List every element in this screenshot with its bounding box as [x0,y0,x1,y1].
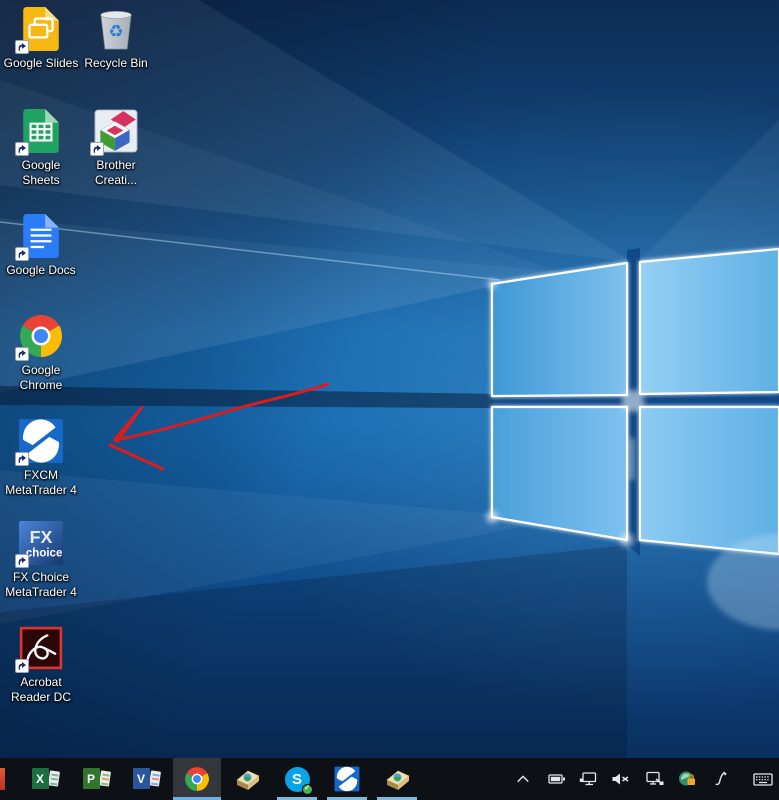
visio-icon: V [132,767,161,791]
desktop-icon-fxchoice-metatrader4[interactable]: FX choice FX Choice MetaTrader 4 [3,520,79,600]
icon-label: FX Choice MetaTrader 4 [5,570,77,599]
desktop-icon-google-chrome[interactable]: Google Chrome [3,313,79,393]
desktop-icon-fxcm-metatrader4[interactable]: FXCM MetaTrader 4 [3,418,79,498]
desktop-icon-google-sheets[interactable]: Google Sheets [3,108,79,188]
shortcut-arrow-icon [15,659,29,673]
shortcut-arrow-icon [15,142,29,156]
tray-chevron-up-icon[interactable] [510,758,536,800]
shortcut-arrow-icon [15,452,29,466]
taskbar-excel-button[interactable]: X [21,758,69,800]
icon-label: Recycle Bin [84,56,148,70]
icon-label: Google Docs [6,263,76,277]
icon-label: Google Slides [3,56,79,70]
fxcm-metatrader4-icon [334,766,360,792]
chrome-icon [185,767,209,791]
partial-app-icon[interactable] [0,768,5,790]
tray-windows-ink-pen-icon[interactable] [707,758,733,800]
recycle-symbol: ♻ [108,22,123,41]
taskbar: X P V S ✓ [0,758,779,800]
taskbar-fxcm-metatrader4-button[interactable] [323,758,371,800]
icon-label: FXCM MetaTrader 4 [5,468,77,497]
metatrader4-gold-icon [235,770,260,790]
tray-volume-muted-icon[interactable] [607,758,633,800]
excel-icon: X [31,767,60,791]
skype-icon: S ✓ [284,766,313,795]
fx-text: FX [30,527,53,547]
taskbar-metatrader4-gold-button[interactable] [223,758,271,800]
project-icon: P [82,767,111,791]
tray-network-ethernet-icon[interactable] [575,758,601,800]
recycle-bin-icon: ♻ [100,11,132,50]
taskbar-visio-button[interactable]: V [122,758,170,800]
taskbar-skype-button[interactable]: S ✓ [273,758,321,800]
shortcut-arrow-icon [15,247,29,261]
desktop-icon-acrobat-reader-dc[interactable]: Acrobat Reader DC [3,625,79,705]
metatrader4-gold-icon [385,770,410,790]
tray-battery-icon[interactable] [544,758,570,800]
icon-label: Google Sheets [21,158,61,187]
desktop-icon-recycle-bin[interactable]: ♻ Recycle Bin [78,6,154,71]
tray-safely-remove-hardware-icon[interactable] [642,758,668,800]
tray-touch-keyboard-icon[interactable] [750,758,776,800]
taskbar-metatrader4-gold-2-button[interactable] [373,758,421,800]
desktop-icon-google-slides[interactable]: Google Slides [3,6,79,71]
taskbar-chrome-button[interactable] [173,758,221,800]
desktop-icon-google-docs[interactable]: Google Docs [3,213,79,278]
shortcut-arrow-icon [15,40,29,54]
choice-text: choice [26,548,62,560]
icon-label: Brother Creati... [94,158,137,187]
taskbar-project-button[interactable]: P [72,758,120,800]
shortcut-arrow-icon [90,142,104,156]
shortcut-arrow-icon [15,347,29,361]
tray-secure-lock-icon[interactable] [674,758,700,800]
shortcut-arrow-icon [15,554,29,568]
icon-label: Google Chrome [19,363,63,392]
desktop-icon-brother-creative-center[interactable]: Brother Creati... [78,108,154,188]
skype-status-check-icon: ✓ [301,783,313,795]
icon-label: Acrobat Reader DC [10,675,72,704]
